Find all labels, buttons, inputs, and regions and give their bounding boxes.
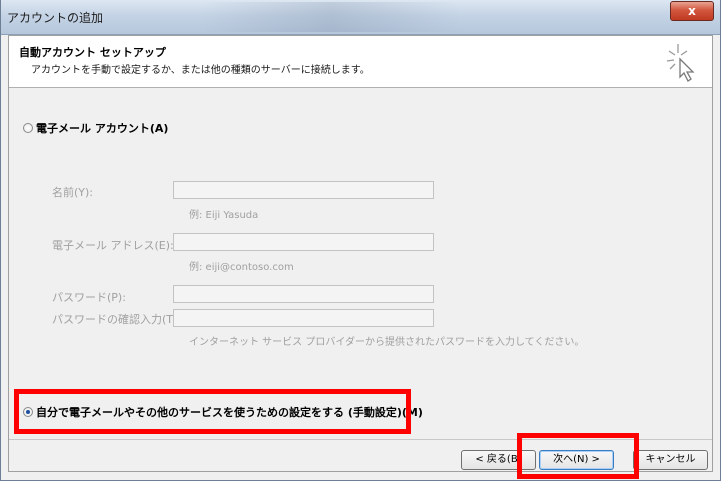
titlebar-blur bbox=[201, 2, 461, 32]
email-account-label[interactable]: 電子メール アカウント(A) bbox=[36, 120, 168, 136]
confirm-password-label: パスワードの確認入力(T): bbox=[52, 313, 182, 326]
header-title: 自動アカウント セットアップ bbox=[19, 46, 166, 59]
window-title: アカウントの追加 bbox=[7, 11, 104, 25]
close-button[interactable]: x bbox=[670, 1, 714, 21]
password-label: パスワード(P): bbox=[52, 291, 126, 304]
password-field[interactable] bbox=[173, 285, 434, 303]
name-label: 名前(Y): bbox=[52, 186, 94, 199]
wizard-cursor-icon bbox=[666, 44, 695, 82]
header-description: アカウントを手動で設定するか、または他の種類のサーバーに接続します。 bbox=[31, 65, 370, 76]
manual-setup-highlight bbox=[14, 389, 411, 434]
wizard-header: 自動アカウント セットアップ アカウントを手動で設定するか、または他の種類のサー… bbox=[9, 36, 712, 88]
email-example: 例: eiji@contoso.com bbox=[189, 262, 294, 273]
email-label: 電子メール アドレス(E): bbox=[52, 239, 174, 252]
next-button-highlight bbox=[517, 433, 639, 479]
cancel-button[interactable]: キャンセル bbox=[633, 450, 708, 470]
email-field[interactable] bbox=[173, 233, 434, 251]
title-bar[interactable]: アカウントの追加 x bbox=[1, 0, 720, 35]
password-hint: インターネット サービス プロバイダーから提供されたパスワードを入力してください… bbox=[189, 337, 585, 348]
confirm-password-field[interactable] bbox=[173, 309, 434, 327]
name-field[interactable] bbox=[173, 181, 434, 199]
email-account-radio[interactable] bbox=[23, 123, 33, 133]
name-example: 例: Eiji Yasuda bbox=[189, 210, 259, 221]
